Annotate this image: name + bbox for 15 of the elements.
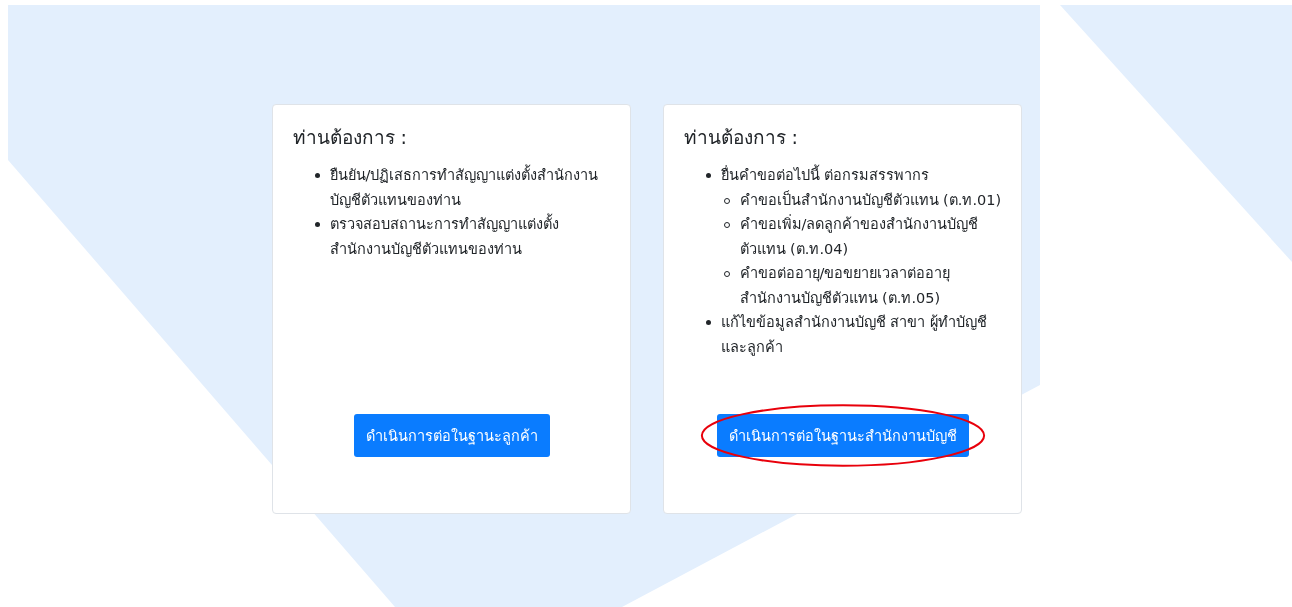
list-item: ยื่นคำขอต่อไปนี้ ต่อกรมสรรพากร [720,163,930,188]
list-item: ตรวจสอบสถานะการทำสัญญาแต่งตั้งสำนักงานบัญชีตัวแทนของท่าน [329,212,611,261]
card-title: ท่านต้องการ : [683,125,799,150]
list-item: ยืนยัน/ปฏิเสธการทำสัญญาแต่งตั้งสำนักงานบัญชีตัวแทนของท่าน [329,163,611,212]
continue-button[interactable]: ดำเนินการต่อในฐานะลูกค้า [353,414,550,457]
bullet-icon [314,173,320,178]
bullet-icon [705,173,711,178]
list-item: คำขอเป็นสำนักงานบัญชีตัวแทน (ต.ท.01) [739,189,1002,210]
card-title: ท่านต้องการ : [292,125,408,150]
bullet-icon [705,320,711,325]
continue-button[interactable]: ดำเนินการต่อในฐานะสำนักงานบัญชี [716,414,969,457]
list-item: คำขอเพิ่ม/ลดลูกค้าของสำนักงานบัญชีตัวแทน (ต.ท.04) [739,213,980,259]
list-item: คำขอต่ออายุ/ขอขยายเวลาต่ออายุสำนักงานบัญชีตัวแทน (ต.ท.05) [739,264,952,308]
bullet-icon [314,222,320,227]
list-item: แก้ไขข้อมูลสำนักงานบัญชี สาขา ผู้ทำบัญชี และลูกค้า [720,313,988,358]
